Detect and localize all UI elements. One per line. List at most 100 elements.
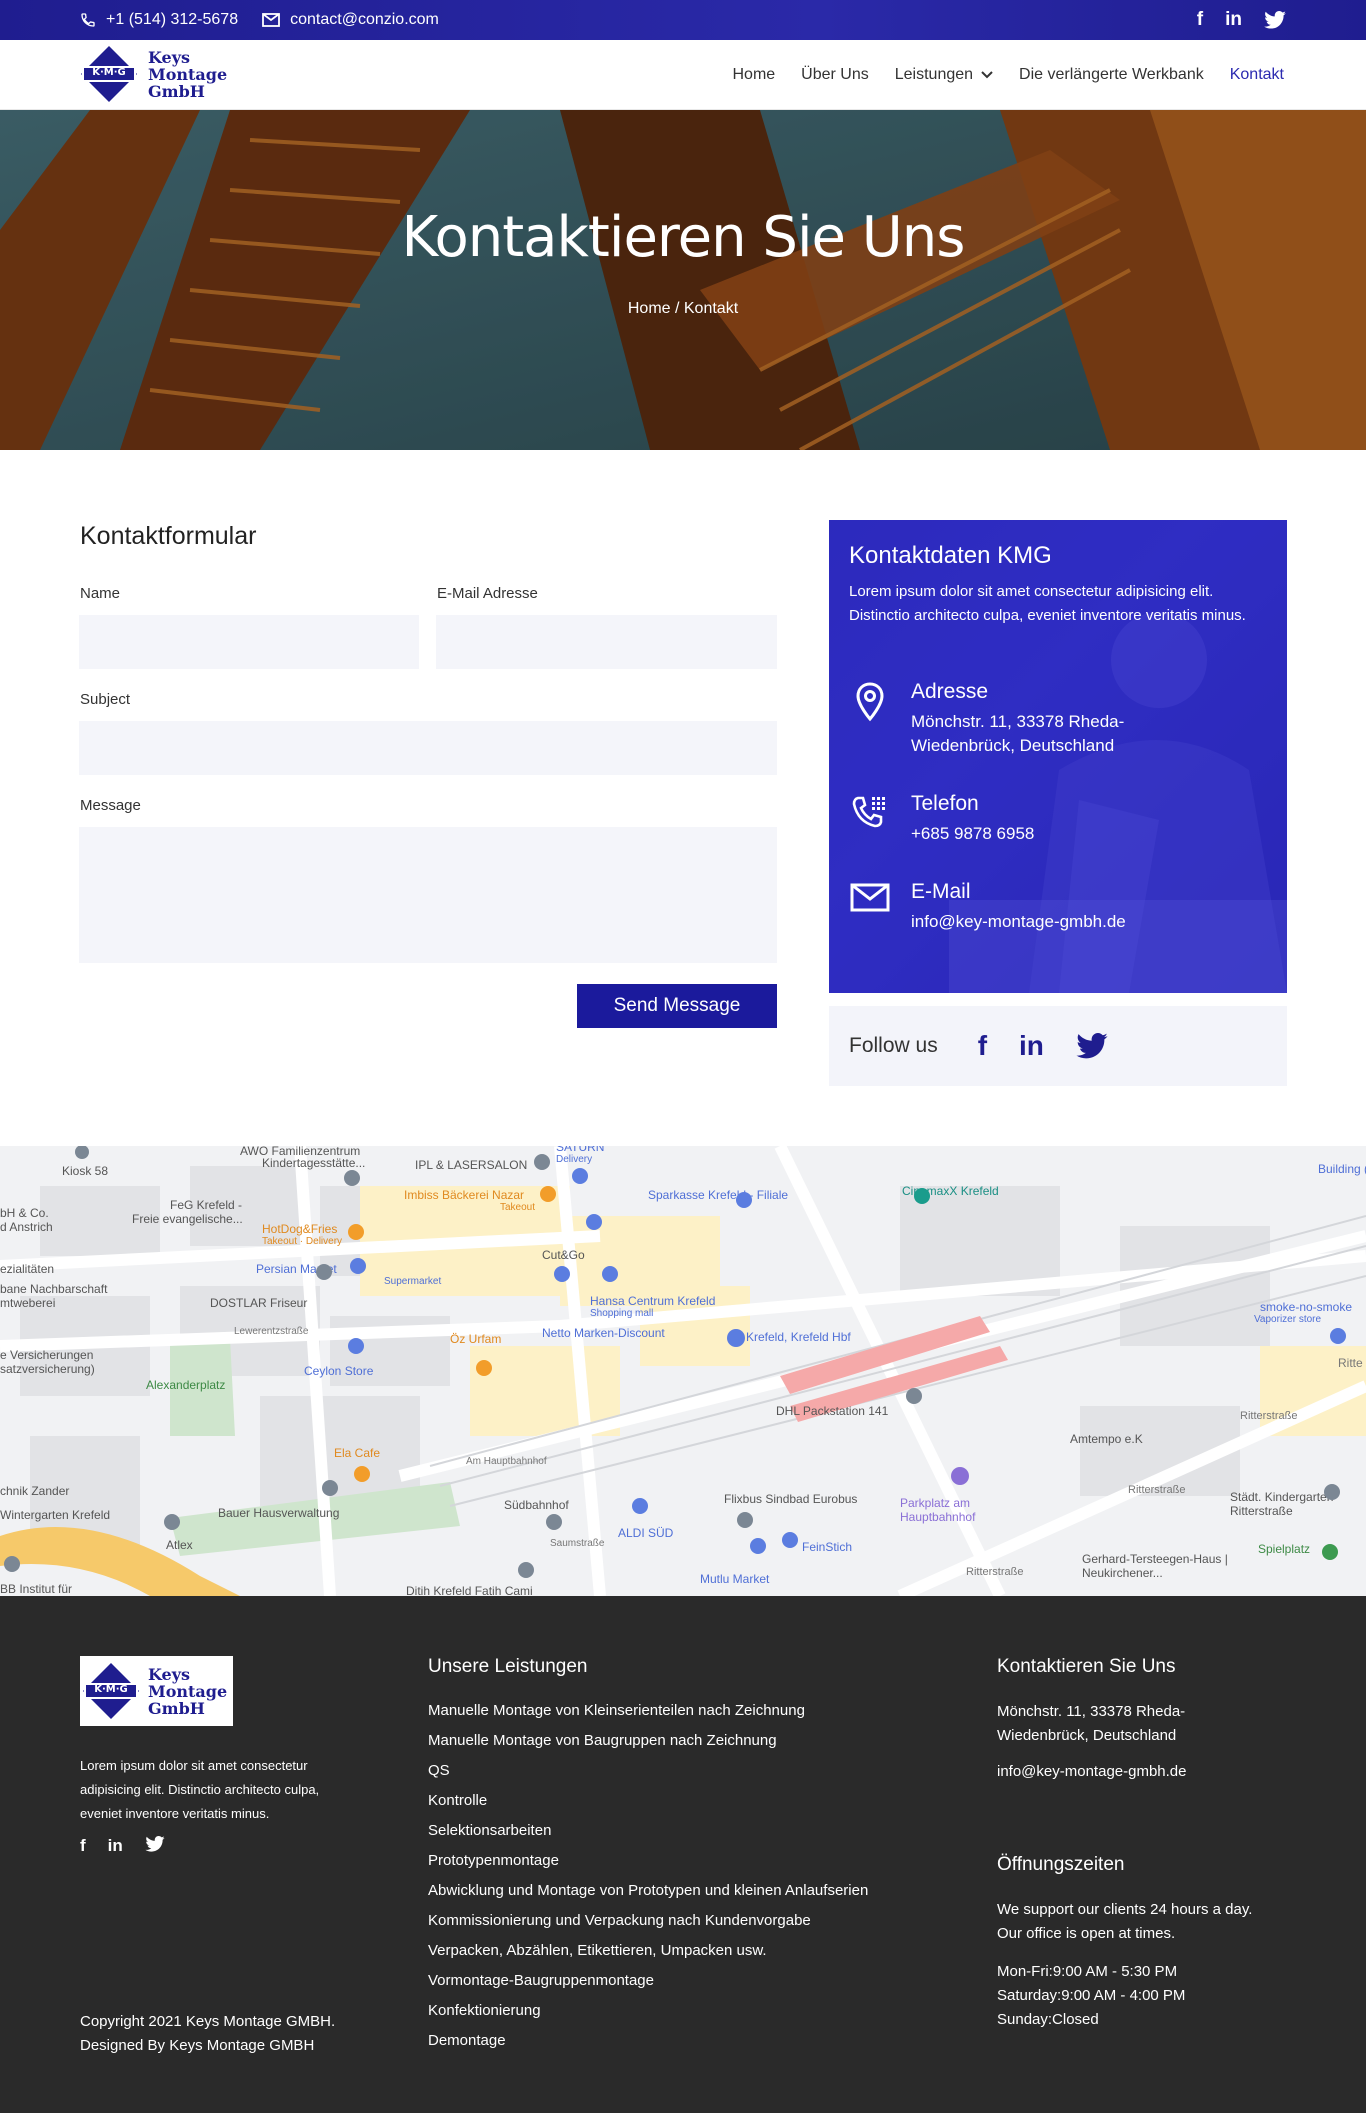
hours-heading: Öffnungszeiten: [997, 1854, 1125, 1875]
hours-intro: We support our clients 24 hours a day. O…: [997, 1898, 1252, 1946]
footer-address: Mönchstr. 11, 33378 Rheda- Wiedenbrück, …: [997, 1700, 1185, 1748]
logo-badge: K·M·G: [92, 67, 126, 78]
top-phone-text: +1 (514) 312-5678: [106, 11, 239, 28]
phone-heading: Telefon: [911, 792, 979, 815]
message-label: Message: [80, 797, 141, 814]
twitter-icon[interactable]: [1076, 1033, 1108, 1059]
footer-logo[interactable]: K·M·G Keys Montage GmbH: [80, 1656, 233, 1726]
follow-us-label: Follow us: [849, 1034, 938, 1057]
top-email-text: contact@conzio.com: [290, 11, 439, 28]
location-pin-icon: [856, 682, 884, 722]
follow-us-box: Follow us f in: [829, 1006, 1287, 1086]
copyright-line1: Copyright 2021 Keys Montage GMBH.: [80, 2013, 336, 2030]
nav-werkbank[interactable]: Die verlängerte Werkbank: [1019, 66, 1204, 84]
email-label: E-Mail Adresse: [437, 585, 538, 602]
phone-text[interactable]: +685 9878 6958: [911, 822, 1034, 846]
service-link[interactable]: Konfektionierung: [428, 1996, 868, 2026]
footer-logo-badge: K·M·G: [94, 1684, 128, 1695]
address-block: Adresse Mönchstr. 11, 33378 Rheda- Wiede…: [849, 680, 1124, 758]
top-social: f in: [1197, 0, 1286, 40]
location-map[interactable]: Kiosk 58 AWO Familienzentrum Kindertages…: [0, 1146, 1366, 1596]
subject-input[interactable]: [79, 721, 777, 775]
nav-ueber-uns[interactable]: Über Uns: [801, 66, 869, 84]
hours-weekday: Mon-Fri:9:00 AM - 5:30 PM: [997, 1963, 1178, 1980]
breadcrumb[interactable]: Home / Kontakt: [0, 300, 1366, 318]
email-block: E-Mail info@key-montage-gmbh.de: [849, 880, 1126, 934]
service-link[interactable]: Manuelle Montage von Baugruppen nach Zei…: [428, 1726, 868, 1756]
card-title: Kontaktdaten KMG: [849, 542, 1052, 569]
footer-email[interactable]: info@key-montage-gmbh.de: [997, 1760, 1187, 1784]
twitter-icon[interactable]: [145, 1836, 165, 1852]
mail-icon: [262, 13, 281, 27]
phone-block: Telefon +685 9878 6958: [849, 792, 1034, 846]
service-link[interactable]: Verpacken, Abzählen, Etikettieren, Umpac…: [428, 1936, 868, 1966]
chevron-down-icon: [981, 71, 993, 79]
logo-line1: Keys: [148, 47, 191, 67]
service-link[interactable]: QS: [428, 1756, 868, 1786]
address-line1: Mönchstr. 11, 33378 Rheda-: [911, 712, 1125, 731]
nav-home[interactable]: Home: [732, 66, 775, 84]
linkedin-icon[interactable]: in: [1225, 9, 1242, 31]
email-input[interactable]: [436, 615, 777, 669]
service-link[interactable]: Kommissionierung und Verpackung nach Kun…: [428, 1906, 868, 1936]
send-message-button[interactable]: Send Message: [577, 984, 777, 1028]
footer-logo-mark: K·M·G: [82, 1662, 140, 1720]
nav-leistungen[interactable]: Leistungen: [895, 66, 993, 84]
card-intro: Lorem ipsum dolor sit amet consectetur a…: [849, 583, 1246, 624]
address-line2: Wiedenbrück, Deutschland: [911, 736, 1115, 755]
logo-wordmark: Keys Montage GmbH: [148, 49, 227, 100]
footer-address-line2: Wiedenbrück, Deutschland: [997, 1727, 1177, 1744]
message-textarea[interactable]: [79, 827, 777, 963]
service-link[interactable]: Vormontage-Baugruppenmontage: [428, 1966, 868, 1996]
twitter-icon[interactable]: [1264, 11, 1286, 29]
service-link[interactable]: Manuelle Montage von Kleinserienteilen n…: [428, 1696, 868, 1726]
nav-kontakt[interactable]: Kontakt: [1230, 66, 1284, 84]
email-text[interactable]: info@key-montage-gmbh.de: [911, 910, 1126, 934]
logo-line2: Montage: [148, 64, 228, 84]
footer-social: f in: [80, 1836, 165, 1856]
services-heading: Unsere Leistungen: [428, 1656, 588, 1677]
name-input[interactable]: [79, 615, 419, 669]
footer-description: Lorem ipsum dolor sit amet consectetur a…: [80, 1758, 320, 1821]
top-phone[interactable]: +1 (514) 312-5678: [80, 11, 238, 29]
hero-banner: Kontaktieren Sie Uns Home / Kontakt: [0, 110, 1366, 450]
email-heading: E-Mail: [911, 880, 971, 903]
envelope-icon: [850, 883, 890, 912]
contact-card: Kontaktdaten KMG Lorem ipsum dolor sit a…: [829, 520, 1287, 993]
hours-sunday: Sunday:Closed: [997, 2011, 1099, 2028]
phone-icon: [81, 13, 95, 27]
footer-address-line1: Mönchstr. 11, 33378 Rheda-: [997, 1703, 1186, 1720]
service-link[interactable]: Prototypenmontage: [428, 1846, 868, 1876]
site-logo[interactable]: K·M·G Keys Montage GmbH: [80, 45, 227, 103]
subject-label: Subject: [80, 691, 131, 708]
top-email[interactable]: contact@conzio.com: [262, 11, 439, 29]
form-title: Kontaktformular: [80, 522, 257, 550]
facebook-icon[interactable]: f: [1197, 9, 1203, 31]
site-footer: K·M·G Keys Montage GmbH Lorem ipsum dolo…: [0, 1596, 1366, 2113]
footer-logo-wordmark: Keys Montage GmbH: [148, 1666, 227, 1717]
map-pins: [4, 1146, 1346, 1578]
linkedin-icon[interactable]: in: [1019, 1030, 1044, 1062]
name-label: Name: [80, 585, 121, 602]
hours-intro-line2: Our office is open at times.: [997, 1925, 1176, 1942]
top-bar: +1 (514) 312-5678 contact@conzio.com f i…: [0, 0, 1366, 40]
address-heading: Adresse: [911, 680, 989, 703]
facebook-icon[interactable]: f: [978, 1030, 987, 1062]
copyright-line2: Designed By Keys Montage GMBH: [80, 2037, 315, 2054]
facebook-icon[interactable]: f: [80, 1836, 86, 1856]
main-nav: Home Über Uns Leistungen Die verlängerte…: [732, 40, 1284, 110]
hours-list: Mon-Fri:9:00 AM - 5:30 PM Saturday:9:00 …: [997, 1960, 1185, 2032]
copyright: Copyright 2021 Keys Montage GMBH. Design…: [80, 2010, 335, 2058]
page-title: Kontaktieren Sie Uns: [401, 205, 966, 270]
hero-background-image: [0, 110, 1366, 450]
service-link[interactable]: Selektionsarbeiten: [428, 1816, 868, 1846]
service-link[interactable]: Kontrolle: [428, 1786, 868, 1816]
service-link[interactable]: Abwicklung und Montage von Prototypen un…: [428, 1876, 868, 1906]
hours-intro-line1: We support our clients 24 hours a day.: [997, 1901, 1253, 1918]
phone-dialpad-icon: [852, 796, 885, 828]
top-contact: +1 (514) 312-5678 contact@conzio.com: [80, 0, 439, 40]
hours-saturday: Saturday:9:00 AM - 4:00 PM: [997, 1987, 1186, 2004]
linkedin-icon[interactable]: in: [108, 1836, 123, 1856]
footer-logo-line2: Montage: [148, 1681, 228, 1701]
service-link[interactable]: Demontage: [428, 2026, 868, 2056]
